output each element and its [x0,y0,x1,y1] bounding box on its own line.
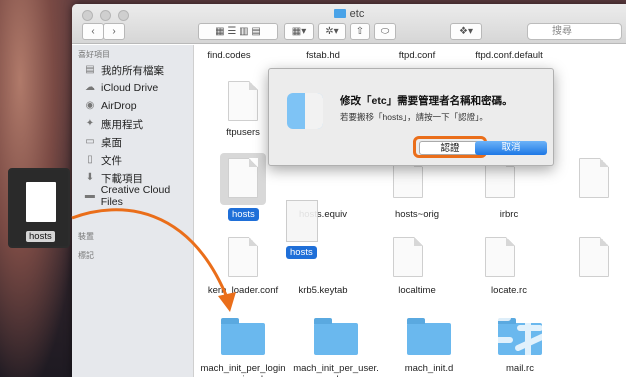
drag-arrow-head [218,292,236,312]
watermark-logo [473,307,606,365]
drag-arrow-path [71,208,230,301]
